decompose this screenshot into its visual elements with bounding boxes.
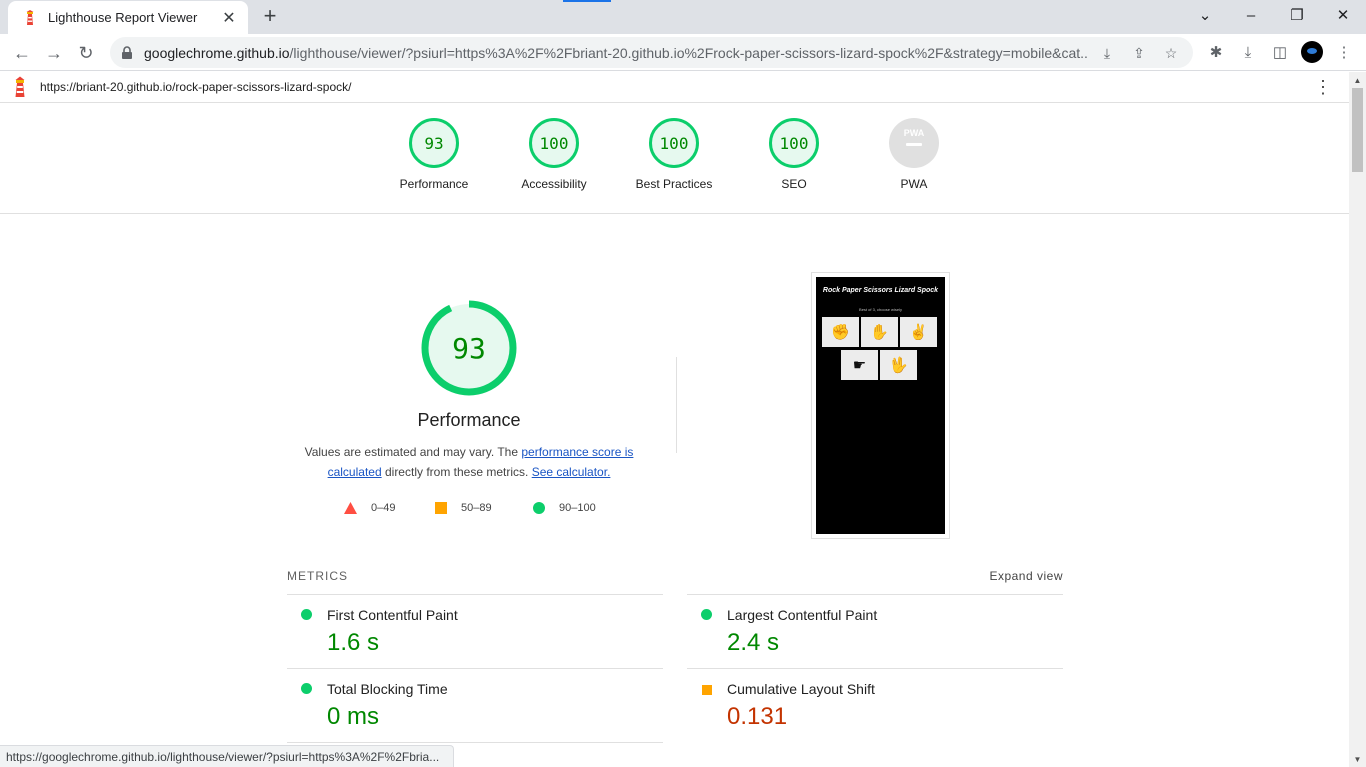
gauge-pwa[interactable]: PWA PWA xyxy=(854,118,974,191)
average-square-icon xyxy=(435,502,447,514)
metric-value: 0.131 xyxy=(727,703,788,730)
category-gauges: 93 Performance 100 Accessibility 100 Bes… xyxy=(0,104,1349,214)
lizard-hand-icon: ☛ xyxy=(841,350,878,380)
gauge-performance[interactable]: 93 Performance xyxy=(374,118,494,191)
metric-lcp: Largest Contentful Paint 2.4 s xyxy=(687,594,1063,668)
metric-label: Cumulative Layout Shift xyxy=(727,681,875,697)
profile-avatar[interactable] xyxy=(1301,41,1323,63)
scroll-thumb[interactable] xyxy=(1352,88,1363,172)
score-legend: 0–49 50–89 90–100 xyxy=(340,500,640,520)
average-square-icon xyxy=(702,685,712,695)
pass-circle-icon xyxy=(301,609,312,620)
extensions-icon[interactable]: ✱ xyxy=(1203,40,1229,66)
pass-circle-icon xyxy=(533,502,545,514)
install-app-icon[interactable]: ⤓ xyxy=(1095,41,1119,65)
metrics-heading: METRICS xyxy=(287,569,348,583)
summary-divider xyxy=(676,357,677,453)
gauge-score: 100 xyxy=(769,118,819,168)
lighthouse-logo-icon xyxy=(15,76,25,97)
metric-cls: Cumulative Layout Shift 0.131 xyxy=(687,668,1063,742)
final-screenshot[interactable]: Rock Paper Scissors Lizard Spock Best of… xyxy=(811,272,950,539)
pass-circle-icon xyxy=(701,609,712,620)
browser-toolbar: ← → ↻ googlechrome.github.io/lighthouse/… xyxy=(0,34,1366,71)
tab-strip-accent xyxy=(563,0,611,2)
screenshot-image: Rock Paper Scissors Lizard Spock Best of… xyxy=(816,277,945,534)
performance-title: Performance xyxy=(417,410,521,430)
browser-tab[interactable]: Lighthouse Report Viewer ✕ xyxy=(8,1,248,34)
reload-icon[interactable]: ↻ xyxy=(73,40,99,66)
performance-score: 93 xyxy=(452,332,486,365)
gauge-label: Accessibility xyxy=(521,177,587,191)
gauge-label: Performance xyxy=(399,177,469,191)
report-url[interactable]: https://briant-20.github.io/rock-paper-s… xyxy=(40,80,1311,94)
metric-value: 1.6 s xyxy=(327,629,380,656)
metric-value: 2.4 s xyxy=(727,629,780,656)
scroll-up-icon[interactable]: ▲ xyxy=(1353,76,1362,85)
fail-triangle-icon xyxy=(344,502,357,514)
metric-label: Largest Contentful Paint xyxy=(727,607,878,623)
screenshot-subtitle: Best of 3, choose wisely xyxy=(859,307,902,312)
back-icon[interactable]: ← xyxy=(9,40,35,66)
scissors-hand-icon: ✌ xyxy=(900,317,937,347)
close-tab-icon[interactable]: ✕ xyxy=(220,8,238,28)
bookmark-star-icon[interactable]: ☆ xyxy=(1159,41,1183,65)
metric-label: Total Blocking Time xyxy=(327,681,448,697)
forward-icon[interactable]: → xyxy=(41,40,67,66)
pass-circle-icon xyxy=(301,683,312,694)
paper-hand-icon: ✋ xyxy=(861,317,898,347)
lighthouse-favicon-icon xyxy=(26,9,34,25)
chrome-menu-icon[interactable]: ⋮ xyxy=(1331,40,1357,66)
rock-hand-icon: ✊ xyxy=(822,317,859,347)
see-calculator-link[interactable]: See calculator. xyxy=(532,465,611,479)
downloads-icon[interactable]: ⤓ xyxy=(1235,40,1261,66)
metric-label: First Contentful Paint xyxy=(327,607,458,623)
tab-search-icon[interactable]: ⌄ xyxy=(1193,4,1217,28)
gauge-label: Best Practices xyxy=(635,177,713,191)
gauge-score: 100 xyxy=(529,118,579,168)
page-scrollbar[interactable]: ▲ ▼ xyxy=(1349,72,1366,767)
gauge-label: PWA xyxy=(900,177,928,191)
url-text[interactable]: googlechrome.github.io/lighthouse/viewer… xyxy=(144,45,1087,61)
performance-description: Values are estimated and may vary. The p… xyxy=(304,445,634,479)
new-tab-button[interactable]: + xyxy=(258,4,282,28)
pwa-badge-text: PWA xyxy=(904,128,925,138)
gauge-score: 93 xyxy=(409,118,459,168)
link-status-bar: https://googlechrome.github.io/lighthous… xyxy=(0,745,454,767)
gauge-label: SEO xyxy=(781,177,807,191)
legend-pass: 90–100 xyxy=(533,502,596,514)
metric-tbt: Total Blocking Time 0 ms xyxy=(287,668,663,742)
metric-divider xyxy=(287,742,663,743)
spock-hand-icon: 🖖 xyxy=(880,350,917,380)
report-menu-icon[interactable]: ⋮ xyxy=(1311,77,1335,98)
gauge-best-practices[interactable]: 100 Best Practices xyxy=(614,118,734,191)
pwa-badge-icon: PWA xyxy=(889,118,939,168)
metrics-header: METRICS Expand view xyxy=(287,569,1063,583)
scroll-down-icon[interactable]: ▼ xyxy=(1353,755,1362,764)
legend-average: 50–89 xyxy=(435,502,492,514)
screenshot-title: Rock Paper Scissors Lizard Spock xyxy=(822,287,939,294)
share-icon[interactable]: ⇪ xyxy=(1127,41,1151,65)
gauge-accessibility[interactable]: 100 Accessibility xyxy=(494,118,614,191)
minimize-icon[interactable]: – xyxy=(1239,4,1263,28)
close-window-icon[interactable]: ✕ xyxy=(1331,4,1355,28)
gauge-score: 100 xyxy=(649,118,699,168)
lock-icon xyxy=(122,45,132,59)
address-bar[interactable]: googlechrome.github.io/lighthouse/viewer… xyxy=(110,37,1193,68)
restore-icon[interactable]: ❐ xyxy=(1285,4,1309,28)
gauge-seo[interactable]: 100 SEO xyxy=(734,118,854,191)
performance-score-gauge: 93 xyxy=(421,300,517,396)
metric-value: 0 ms xyxy=(327,703,380,730)
browser-titlebar: Lighthouse Report Viewer ✕ + ⌄ – ❐ ✕ xyxy=(0,0,1366,34)
side-panel-icon[interactable]: ◫ xyxy=(1267,40,1293,66)
tab-title: Lighthouse Report Viewer xyxy=(48,10,198,25)
lighthouse-topbar: https://briant-20.github.io/rock-paper-s… xyxy=(0,72,1349,103)
expand-view-toggle[interactable]: Expand view xyxy=(989,569,1063,583)
legend-fail: 0–49 xyxy=(344,502,395,514)
metric-fcp: First Contentful Paint 1.6 s xyxy=(287,594,663,668)
